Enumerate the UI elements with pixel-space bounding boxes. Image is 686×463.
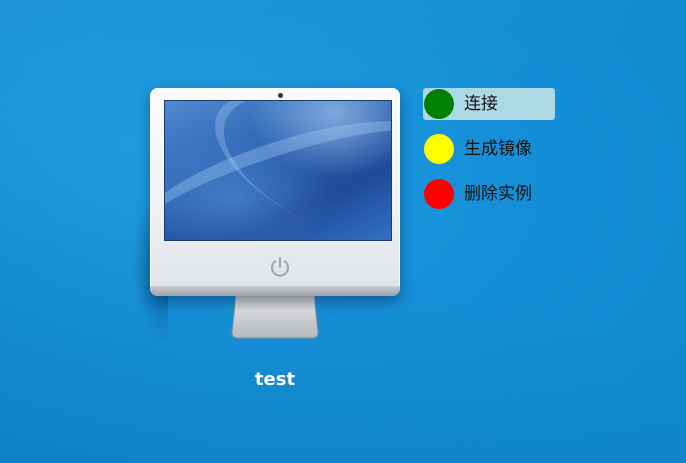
connect-label: 连接 bbox=[464, 94, 498, 114]
yellow-status-icon bbox=[424, 134, 454, 164]
delete-instance-label: 删除实例 bbox=[464, 184, 532, 204]
red-status-icon bbox=[424, 179, 454, 209]
camera-icon bbox=[278, 93, 283, 98]
computer-instance-icon[interactable] bbox=[132, 86, 408, 346]
computer-name-label: test bbox=[254, 369, 296, 390]
power-icon bbox=[270, 256, 290, 277]
green-status-icon bbox=[424, 89, 454, 119]
monitor-stand bbox=[231, 296, 319, 339]
monitor-screen bbox=[164, 100, 392, 241]
create-image-button[interactable]: 生成镜像 bbox=[423, 133, 555, 165]
delete-instance-button[interactable]: 删除实例 bbox=[423, 178, 555, 210]
create-image-label: 生成镜像 bbox=[464, 139, 532, 159]
desktop-background: { "computer": { "name": "test", "icon": … bbox=[0, 0, 686, 463]
monitor-bezel bbox=[150, 88, 400, 296]
instance-action-menu: 连接 生成镜像 删除实例 bbox=[423, 88, 557, 223]
connect-button[interactable]: 连接 bbox=[423, 88, 555, 120]
monitor-bottom-rim bbox=[150, 286, 400, 296]
